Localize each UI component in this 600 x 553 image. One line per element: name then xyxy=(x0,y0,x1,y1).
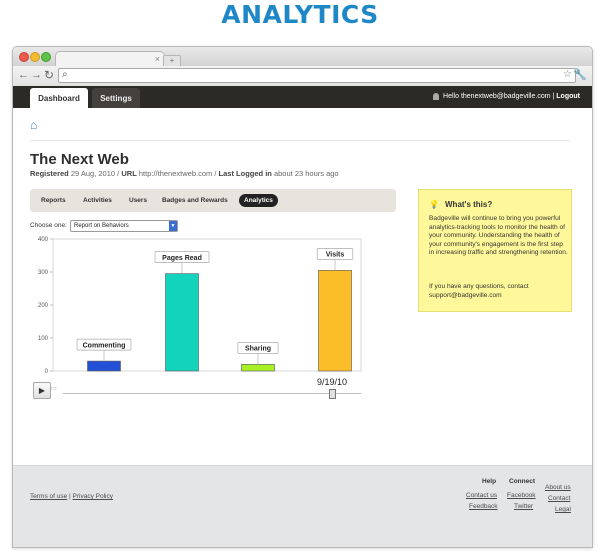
header-separator: | xyxy=(552,93,555,100)
divider xyxy=(30,140,570,141)
minimize-window-button[interactable] xyxy=(30,52,40,62)
nav-analytics[interactable]: Analytics xyxy=(239,194,278,207)
bookmark-star-icon[interactable]: ☆ xyxy=(563,68,572,82)
help-contact: If you have any questions, contact suppo… xyxy=(429,283,529,299)
bar-label: Commenting xyxy=(83,342,126,349)
user-greeting: Hello thenextweb@badgeville.com xyxy=(443,93,551,100)
footer-contact-link[interactable]: Contact xyxy=(548,494,570,503)
forward-arrow-icon[interactable]: → xyxy=(31,68,42,82)
help-box: 💡 What's this? Badgeville will continue … xyxy=(418,189,572,312)
bar-label: Visits xyxy=(326,252,345,259)
y-tick-label: 200 xyxy=(38,303,49,309)
url-label: URL xyxy=(121,169,137,178)
tab-close-icon[interactable]: × xyxy=(155,53,160,65)
choose-label: Choose one: xyxy=(30,222,67,229)
user-area: Hello thenextweb@badgeville.com | Logout xyxy=(433,86,580,108)
footer-help-title: Help xyxy=(482,478,497,485)
user-icon xyxy=(433,92,440,100)
bar-sharing xyxy=(241,364,275,372)
footer-about-link[interactable]: About us xyxy=(545,483,571,492)
browser-titlebar: × + xyxy=(13,47,592,67)
site-meta: Registered 29 Aug, 2010 / URL http://the… xyxy=(30,168,339,179)
nav-activities[interactable]: Activities xyxy=(78,194,117,207)
timeline-handle[interactable] xyxy=(329,389,336,399)
url-value: http://thenextweb.com xyxy=(138,169,213,178)
terms-link[interactable]: Terms of use xyxy=(30,493,67,500)
bulb-icon: 💡 xyxy=(429,200,439,209)
y-tick-label: 300 xyxy=(38,270,49,276)
wrench-icon[interactable]: 🔧 xyxy=(573,68,587,82)
last-logged-value: about 23 hours ago xyxy=(273,169,339,178)
footer-facebook-link[interactable]: Facebook xyxy=(507,491,536,500)
address-input[interactable] xyxy=(73,69,553,82)
zoom-window-button[interactable] xyxy=(41,52,51,62)
meta-sep: / xyxy=(117,169,120,178)
back-arrow-icon[interactable]: ← xyxy=(18,68,29,82)
report-select[interactable]: Report on Behaviors ▼ xyxy=(70,220,178,232)
footer-sep: | xyxy=(69,493,71,500)
browser-toolbar: ← → ↻ ⌕ ☆ 🔧 xyxy=(13,66,592,87)
browser-window: × + ← → ↻ ⌕ ☆ 🔧 Dashboard Settings Hello… xyxy=(12,46,593,548)
nav-reports[interactable]: Reports xyxy=(36,194,71,207)
footer-twitter-link[interactable]: Twitter xyxy=(514,502,533,511)
report-select-value: Report on Behaviors xyxy=(74,223,129,229)
y-tick-label: 0 xyxy=(45,369,49,375)
meta-sep: / xyxy=(214,169,217,178)
footer-legal-link[interactable]: Legal xyxy=(555,505,571,514)
chevron-down-icon: ▼ xyxy=(169,221,177,231)
help-text: Badgeville will continue to bring you po… xyxy=(429,215,568,257)
behaviors-bar-chart: 0 100 200 300 400 Commenting Pages Read Sharing… xyxy=(38,237,362,375)
app-header: Dashboard Settings Hello thenextweb@badg… xyxy=(13,86,592,108)
footer-connect-title: Connect xyxy=(509,478,535,485)
bar-pages-read xyxy=(165,273,199,372)
timeline-date: 9/19/10 xyxy=(317,377,348,387)
bar-label: Sharing xyxy=(245,346,271,353)
address-bar[interactable]: ⌕ ☆ xyxy=(58,68,576,83)
help-title: What's this? xyxy=(445,200,493,209)
tab-settings[interactable]: Settings xyxy=(92,88,140,108)
y-tick-label: 100 xyxy=(38,336,49,342)
speed-icon[interactable]: ▭ xyxy=(51,385,57,393)
logout-link[interactable]: Logout xyxy=(556,93,580,100)
last-logged-label: Last Logged in xyxy=(218,169,272,178)
registered-value: 29 Aug, 2010 xyxy=(70,169,116,178)
bar-visits xyxy=(318,270,352,372)
nav-badges-and-rewards[interactable]: Badges and Rewards xyxy=(157,194,233,207)
banner-title: ANALYTICS xyxy=(221,0,379,29)
reload-icon[interactable]: ↻ xyxy=(44,68,54,82)
bar-commenting xyxy=(87,360,121,372)
footer-feedback-link[interactable]: Feedback xyxy=(469,502,498,511)
footer: Terms of use | Privacy Policy Help Conta… xyxy=(13,465,592,547)
play-button[interactable]: ▶ xyxy=(33,382,51,399)
search-icon: ⌕ xyxy=(62,69,68,80)
home-icon[interactable]: ⌂ xyxy=(30,118,37,132)
tab-dashboard[interactable]: Dashboard xyxy=(30,88,88,108)
timeline-track[interactable] xyxy=(63,393,361,394)
bar-label: Pages Read xyxy=(162,255,202,262)
site-name: The Next Web xyxy=(30,151,129,168)
analytics-nav: Reports Activities Users Badges and Rewa… xyxy=(30,189,396,212)
y-tick-label: 400 xyxy=(38,237,49,243)
footer-legal-links: Terms of use | Privacy Policy xyxy=(30,492,113,501)
registered-label: Registered xyxy=(30,169,69,178)
browser-tab[interactable]: × xyxy=(55,51,165,67)
privacy-link[interactable]: Privacy Policy xyxy=(73,493,113,500)
close-window-button[interactable] xyxy=(19,52,29,62)
footer-contact-us-link[interactable]: Contact us xyxy=(466,491,497,500)
nav-users[interactable]: Users xyxy=(124,194,152,207)
